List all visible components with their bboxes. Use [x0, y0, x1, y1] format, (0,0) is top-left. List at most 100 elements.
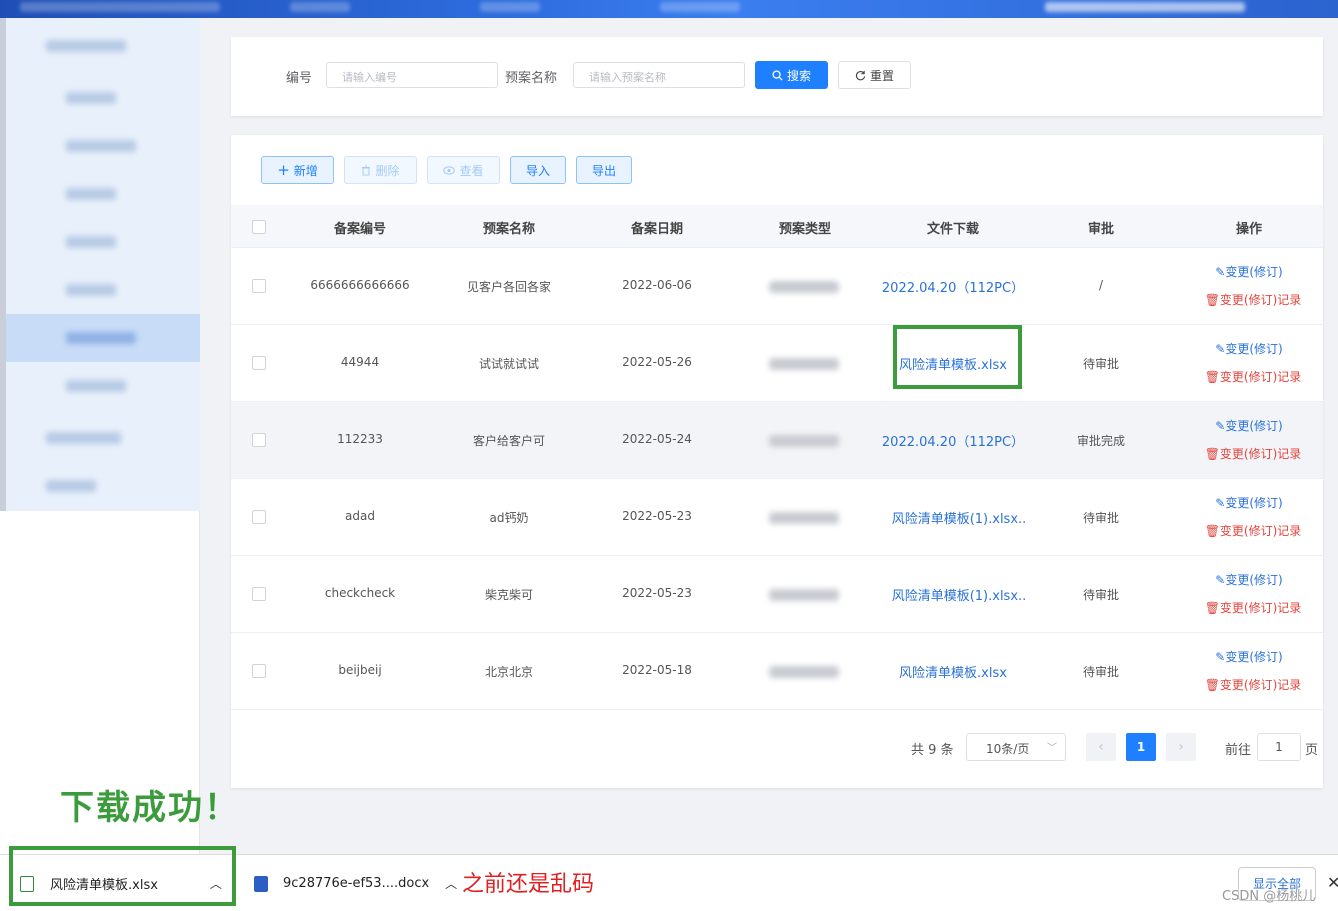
sidebar-item[interactable] [6, 22, 200, 70]
cell-code: 44944 [340, 355, 380, 369]
header-code: 备案编号 [333, 222, 387, 237]
row-checkbox[interactable] [252, 664, 266, 678]
edit-icon: ✎ [1215, 419, 1226, 433]
revision-record-link[interactable]: 🗑变更(修订)记录 [1205, 599, 1302, 616]
view-button-label: 查看 [459, 163, 484, 178]
row-checkbox[interactable] [252, 356, 266, 370]
trash-icon: 🗑 [1204, 601, 1220, 615]
sidebar-item[interactable] [6, 74, 200, 122]
change-revision-link[interactable]: ✎变更(修订) [1215, 263, 1282, 280]
delete-button[interactable]: 删除 [344, 156, 417, 184]
row-checkbox[interactable] [252, 279, 266, 293]
sidebar-item[interactable] [6, 362, 200, 410]
cell-code: beijbeij [338, 663, 382, 677]
file-download-link[interactable]: 风险清单模板(1).xlsx.. [892, 585, 1027, 604]
revision-record-label: 变更(修订)记录 [1219, 447, 1302, 461]
sidebar-item[interactable] [6, 462, 200, 510]
cell-plan-type-blurred [769, 281, 839, 293]
sidebar [0, 18, 200, 511]
import-button-label: 导入 [525, 163, 550, 178]
search-icon [772, 69, 783, 81]
cell-date: 2022-05-26 [622, 355, 692, 369]
sidebar-item[interactable] [6, 414, 200, 462]
code-label: 编号 [286, 71, 313, 86]
revision-record-link[interactable]: 🗑变更(修订)记录 [1205, 445, 1302, 462]
cell-plan-type-blurred [769, 512, 839, 524]
trash-icon: 🗑 [1204, 293, 1220, 307]
file-link-highlight [893, 325, 1022, 389]
header-plan-type: 预案类型 [778, 222, 832, 237]
delete-button-label: 删除 [375, 163, 400, 178]
row-checkbox[interactable] [252, 433, 266, 447]
plan-name-input[interactable]: 请输入预案名称 [573, 62, 745, 88]
edit-icon: ✎ [1215, 342, 1226, 356]
edit-icon: ✎ [1215, 573, 1226, 587]
cell-approval: 待审批 [1082, 511, 1120, 525]
search-button[interactable]: 搜索 [755, 61, 828, 89]
edit-icon: ✎ [1215, 650, 1226, 664]
row-checkbox[interactable] [252, 587, 266, 601]
cell-plan-type-blurred [769, 435, 839, 447]
change-revision-label: 变更(修订) [1225, 573, 1283, 587]
change-revision-link[interactable]: ✎变更(修订) [1215, 417, 1282, 434]
plan-name-label: 预案名称 [505, 71, 558, 86]
reset-button[interactable]: 重置 [838, 61, 911, 89]
revision-record-link[interactable]: 🗑变更(修订)记录 [1205, 368, 1302, 385]
file-download-link[interactable]: 2022.04.20（112PC） [882, 431, 1024, 450]
next-page-button[interactable]: › [1166, 733, 1196, 761]
search-panel: 编号 请输入编号 预案名称 请输入预案名称 搜索 重置 [231, 37, 1323, 116]
cell-code: 6666666666666 [310, 278, 410, 292]
file-download-link[interactable]: 2022.04.20（112PC） [882, 277, 1024, 296]
cell-date: 2022-05-23 [622, 586, 692, 600]
page-size-select[interactable]: 10条/页 ﹀ [966, 733, 1066, 761]
page-number: 1 [1136, 740, 1146, 754]
table-row: 6666666666666 见客户各回各家 2022-06-06 2022.04… [231, 248, 1323, 325]
header-plan-name: 预案名称 [482, 222, 536, 237]
sidebar-item-active[interactable] [6, 314, 200, 362]
download-item[interactable]: 9c28776e-ef53....docx ︿ [254, 855, 457, 911]
table-panel: + 新增 删除 查看 导入 导出 备案编号 预案名称 备案日期 预案类型 文件下… [231, 135, 1323, 788]
add-button[interactable]: + 新增 [261, 156, 334, 184]
revision-record-label: 变更(修订)记录 [1219, 601, 1302, 615]
view-button[interactable]: 查看 [427, 156, 500, 184]
prev-page-button[interactable]: ‹ [1086, 733, 1116, 761]
cell-date: 2022-05-24 [622, 432, 692, 446]
cell-approval: 待审批 [1082, 665, 1120, 679]
garbled-annotation: 之前还是乱码 [462, 872, 595, 897]
change-revision-link[interactable]: ✎变更(修订) [1215, 571, 1282, 588]
sidebar-item[interactable] [6, 122, 200, 170]
chevron-up-icon[interactable]: ︿ [445, 875, 457, 892]
file-download-link[interactable]: 风险清单模板(1).xlsx.. [892, 508, 1027, 527]
app-top-bar [0, 0, 1338, 18]
word-file-icon [254, 875, 268, 892]
change-revision-link[interactable]: ✎变更(修订) [1215, 648, 1282, 665]
change-revision-label: 变更(修订) [1225, 265, 1283, 279]
revision-record-link[interactable]: 🗑变更(修订)记录 [1205, 291, 1302, 308]
chevron-down-icon: ﹀ [1047, 743, 1057, 754]
page-number-button[interactable]: 1 [1126, 733, 1156, 761]
header-actions: 操作 [1235, 222, 1263, 237]
close-icon[interactable]: ✕ [1327, 873, 1338, 892]
sidebar-item[interactable] [6, 266, 200, 314]
reset-button-label: 重置 [869, 68, 894, 83]
cell-approval: 待审批 [1082, 357, 1120, 371]
plan-name-placeholder: 请输入预案名称 [589, 71, 666, 84]
revision-record-link[interactable]: 🗑变更(修订)记录 [1205, 522, 1302, 539]
export-button[interactable]: 导出 [576, 156, 632, 184]
trash-icon: 🗑 [1204, 447, 1220, 461]
cell-code: checkcheck [324, 586, 396, 600]
change-revision-link[interactable]: ✎变更(修订) [1215, 494, 1282, 511]
code-input[interactable]: 请输入编号 [326, 62, 498, 88]
select-all-checkbox[interactable] [252, 220, 266, 234]
import-button[interactable]: 导入 [510, 156, 566, 184]
trash-icon: 🗑 [1204, 678, 1220, 692]
revision-record-link[interactable]: 🗑变更(修订)记录 [1205, 676, 1302, 693]
file-download-link[interactable]: 风险清单模板.xlsx [899, 662, 1007, 681]
change-revision-label: 变更(修订) [1225, 342, 1283, 356]
row-checkbox[interactable] [252, 510, 266, 524]
goto-page-input[interactable]: 1 [1257, 733, 1301, 761]
change-revision-link[interactable]: ✎变更(修订) [1215, 340, 1282, 357]
sidebar-item[interactable] [6, 170, 200, 218]
sidebar-item[interactable] [6, 218, 200, 266]
table-row: adad ad钙奶 2022-05-23 风险清单模板(1).xlsx.. 待审… [231, 479, 1323, 556]
